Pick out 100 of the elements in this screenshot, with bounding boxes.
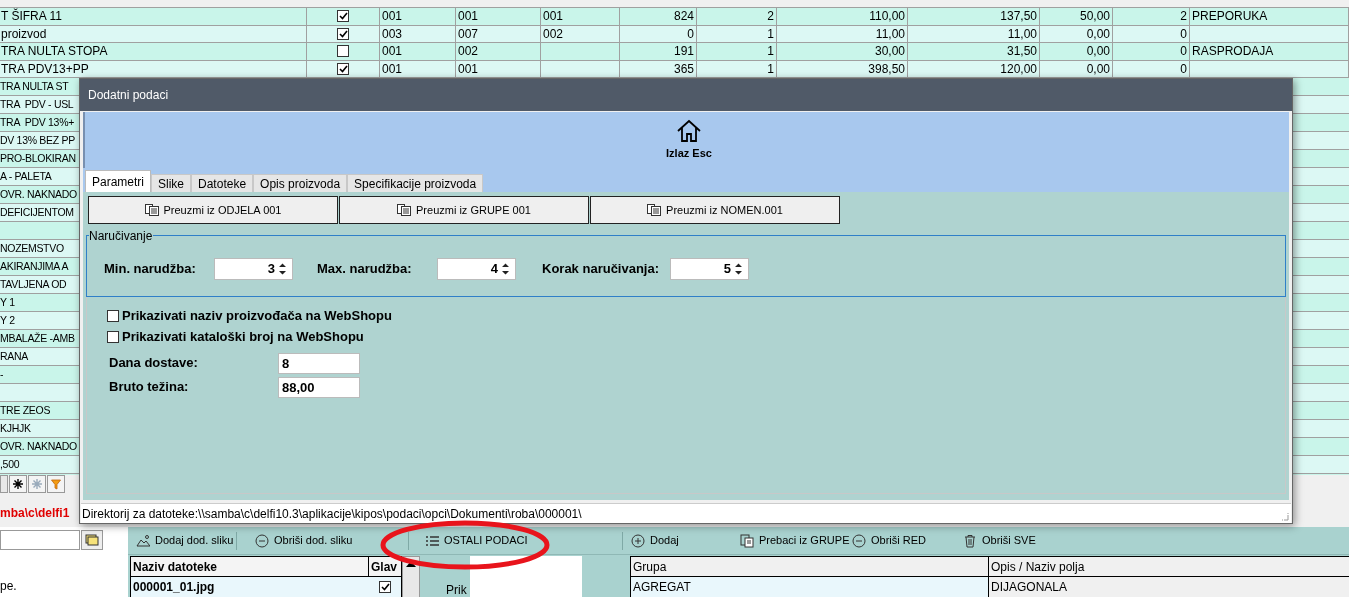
home-icon — [676, 118, 702, 143]
table-cell-text: AKIRANJIMA A — [0, 259, 70, 275]
tab[interactable]: Parametri — [85, 170, 151, 192]
table-cell: T ŠIFRA 11 — [0, 8, 307, 25]
table-cell: 398,50 — [777, 60, 908, 78]
field-label: Dana dostave: — [109, 354, 199, 373]
table-cell-text: - — [0, 367, 5, 383]
table-cell: 001 — [456, 8, 541, 25]
table-cell-text: DV 13% BEZ PP — [0, 133, 76, 149]
folder-button[interactable] — [81, 530, 103, 550]
plus-circle-icon — [631, 533, 645, 548]
copy-button[interactable]: Preuzmi iz NOMEN.001 — [590, 196, 840, 224]
tab[interactable]: Datoteke — [191, 174, 254, 192]
toolbar-button[interactable]: Obriši RED — [850, 529, 928, 552]
table-cell: 137,50 — [908, 8, 1040, 25]
table-cell: 002 — [541, 25, 620, 43]
toolbar-button[interactable]: Dodaj dod. sliku — [134, 529, 236, 552]
table-cell: 2 — [1113, 8, 1190, 25]
table-cell-text: ,500 — [0, 457, 21, 473]
table-cell: 31,50 — [908, 43, 1040, 60]
table-cell-text: TRA NULTA ST — [0, 79, 70, 95]
text-field[interactable]: 8 — [278, 352, 360, 374]
table-cell-text: A - PALETA — [0, 169, 53, 185]
toolbar-button[interactable]: Obriši dod. sliku — [253, 529, 355, 552]
field-label: Min. narudžba: — [104, 260, 197, 279]
column-header: Glav — [370, 559, 398, 576]
exit-button[interactable]: Izlaz Esc — [666, 118, 712, 162]
table-cell-text: TRA PDV 13%+ — [0, 115, 75, 131]
toolbar-button[interactable]: Obriši SVE — [961, 529, 1038, 552]
table-cell: 003 — [380, 25, 456, 43]
resize-grip-icon — [1280, 512, 1289, 521]
toolbar-button[interactable]: Dodaj — [629, 529, 681, 552]
table-cell: TRA PDV13+PP — [0, 60, 307, 78]
table-cell: 1 — [697, 60, 777, 78]
text-field[interactable]: 88,00 — [278, 376, 360, 398]
table-cell-text: KJHJK — [0, 421, 32, 437]
document-icon — [397, 204, 412, 216]
up-arrow-icon — [406, 561, 416, 567]
copy-button[interactable]: Preuzmi iz GRUPE 001 — [339, 196, 589, 224]
table-cell-text: PRO-BLOKIRAN — [0, 151, 77, 167]
toolbar-button[interactable]: Prebaci iz GRUPE — [738, 529, 852, 552]
check-icon — [338, 65, 348, 74]
table-cell: 1 — [697, 25, 777, 43]
table-cell: 110,00 — [777, 8, 908, 25]
table-cell-text: 000001_01.jpg — [132, 579, 216, 596]
table-cell: 001 — [541, 8, 620, 25]
table-cell-text: NOZEMSTVO — [0, 241, 65, 257]
copy-button[interactable]: Preuzmi iz ODJELA 001 — [88, 196, 338, 224]
table-cell: 824 — [620, 8, 697, 25]
table-cell: proizvod — [0, 25, 307, 43]
column-header: Grupa — [631, 557, 989, 576]
table-cell: 365 — [620, 60, 697, 78]
spin-arrows-icon — [279, 263, 286, 275]
table-cell-text: TRE ZEOS — [0, 403, 52, 419]
table-cell-text: OVR. NAKNADO — [0, 439, 78, 455]
spin-arrows-icon — [502, 263, 509, 275]
checkbox[interactable] — [107, 309, 119, 322]
tab[interactable]: Specifikacije proizvoda — [347, 174, 484, 192]
toolbar-button[interactable] — [9, 475, 27, 493]
tab[interactable]: Slike — [151, 174, 192, 192]
spin-arrows-icon — [735, 263, 742, 275]
checkbox[interactable] — [337, 63, 349, 76]
column-header: Naziv datoteke — [131, 557, 369, 576]
checkbox[interactable] — [337, 10, 349, 23]
copy-icon — [740, 533, 754, 548]
column-header: Opis / Naziv polja — [990, 559, 1086, 576]
table-cell-text: RANA — [0, 349, 29, 365]
table-cell-text: Y 2 — [0, 313, 16, 329]
table-cell-text: TAVLJENA OD — [0, 277, 68, 293]
number-spinner[interactable]: 3 — [214, 258, 293, 280]
list-icon — [425, 533, 439, 548]
table-cell: 50,00 — [1040, 8, 1113, 25]
checkbox[interactable] — [337, 45, 349, 58]
table-cell: 001 — [380, 8, 456, 25]
table-cell: RASPRODAJA — [1190, 43, 1349, 60]
path-label: mba\c\delfi1 — [0, 505, 70, 522]
checkbox[interactable] — [107, 330, 119, 343]
checkbox-label: Prikazivati kataloški broj na WebShopu — [122, 327, 364, 346]
table-cell-text: TRA PDV - USL — [0, 97, 75, 113]
table-cell: 0 — [1113, 43, 1190, 60]
search-field[interactable] — [0, 530, 80, 550]
table-cell: 0 — [1113, 25, 1190, 43]
status-text: Direktorij za datoteke:\\samba\c\delfi10.3\aplikacije\kipos\podaci\opci\Dokumenti\roba\000001\ — [82, 505, 582, 523]
table-cell: 120,00 — [908, 60, 1040, 78]
table-cell-text: MBALAŽE -AMB — [0, 331, 76, 347]
checkbox[interactable] — [337, 27, 349, 40]
tab[interactable]: Opis proizvoda — [253, 174, 348, 192]
filter-icon — [51, 478, 61, 490]
document-icon — [647, 204, 662, 216]
number-spinner[interactable]: 4 — [437, 258, 516, 280]
table-cell-text: Y 1 — [0, 295, 16, 311]
checkbox-label: Prikazivati naziv proizvođača na WebShopu — [122, 306, 392, 325]
table-cell: 191 — [620, 43, 697, 60]
preview-label: Prik — [446, 582, 467, 597]
checkbox[interactable] — [379, 581, 391, 593]
table-cell: DIJAGONALA — [989, 577, 1349, 597]
table-cell: 2 — [697, 8, 777, 25]
note-text: pe. — [0, 579, 17, 593]
number-spinner[interactable]: 5 — [670, 258, 749, 280]
table-cell-text: OVR. NAKNADO — [0, 187, 78, 203]
